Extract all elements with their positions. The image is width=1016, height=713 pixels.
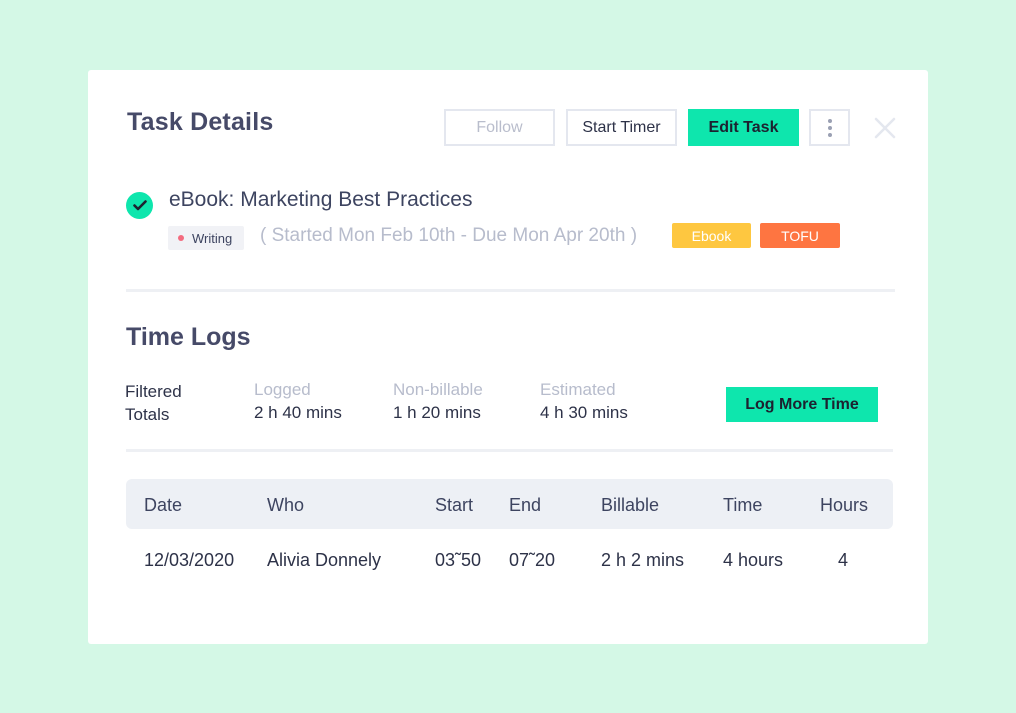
stat-value: 2 h 40 mins <box>254 403 342 422</box>
close-button[interactable] <box>871 109 899 146</box>
totals-label-line1: Filtered <box>125 382 182 401</box>
task-dates: ( Started Mon Feb 10th - Due Mon Apr 20t… <box>260 225 638 246</box>
cell-who: Alivia Donnely <box>267 550 382 570</box>
table-header: Date Who Start End Billable Time Hours <box>126 479 893 529</box>
cell-start: 03˜50 <box>435 550 482 570</box>
status-badge[interactable]: Writing <box>168 226 245 250</box>
checkmark-icon <box>132 200 147 211</box>
stat-label: Logged <box>254 380 311 399</box>
status-dot-icon <box>178 235 184 241</box>
column-header-who[interactable]: Who <box>267 495 304 516</box>
status-label: Writing <box>192 230 233 246</box>
edit-task-button[interactable]: Edit Task <box>688 109 799 146</box>
ellipsis-dot <box>827 125 832 130</box>
log-more-time-button[interactable]: Log More Time <box>726 387 878 422</box>
divider <box>126 449 893 452</box>
start-timer-button[interactable]: Start Timer <box>566 109 677 146</box>
totals-label-line2: Totals <box>125 405 170 424</box>
close-icon <box>874 117 896 138</box>
page-title: Task Details <box>127 108 274 136</box>
cell-hours: 4 <box>838 550 849 570</box>
stat-label: Estimated <box>540 380 616 399</box>
tag-tofu[interactable]: TOFU <box>760 223 840 248</box>
divider <box>126 289 895 292</box>
column-header-start[interactable]: Start <box>435 495 473 516</box>
stat-logged: Logged 2 h 40 mins <box>254 379 342 425</box>
follow-button[interactable]: Follow <box>444 109 555 146</box>
cell-billable: 2 h 2 mins <box>601 550 685 570</box>
column-header-billable[interactable]: Billable <box>601 495 659 516</box>
more-options-button[interactable] <box>809 109 850 146</box>
tag-ebook[interactable]: Ebook <box>672 223 751 248</box>
column-header-end[interactable]: End <box>509 495 541 516</box>
stat-value: 4 h 30 mins <box>540 403 628 422</box>
stat-estimated: Estimated 4 h 30 mins <box>540 379 628 425</box>
ellipsis-dot <box>827 132 832 137</box>
cell-time: 4 hours <box>723 550 784 570</box>
column-header-hours[interactable]: Hours <box>820 495 868 516</box>
task-complete-checkbox[interactable] <box>126 192 153 219</box>
table-row[interactable]: 12/03/2020 Alivia Donnely 03˜50 07˜20 2 … <box>126 538 893 588</box>
task-details-card: Task Details Follow Start Timer Edit Tas… <box>88 70 928 644</box>
column-header-date[interactable]: Date <box>144 495 182 516</box>
cell-date: 12/03/2020 <box>144 550 235 570</box>
vertical-ellipsis-icon <box>827 118 832 123</box>
column-header-time[interactable]: Time <box>723 495 762 516</box>
stat-non-billable: Non-billable 1 h 20 mins <box>393 379 483 425</box>
task-name: eBook: Marketing Best Practices <box>169 188 473 211</box>
stat-label: Non-billable <box>393 380 483 399</box>
filtered-totals-label: Filtered Totals <box>125 380 182 426</box>
time-logs-title: Time Logs <box>126 323 251 351</box>
stat-value: 1 h 20 mins <box>393 403 481 422</box>
cell-end: 07˜20 <box>509 550 556 570</box>
